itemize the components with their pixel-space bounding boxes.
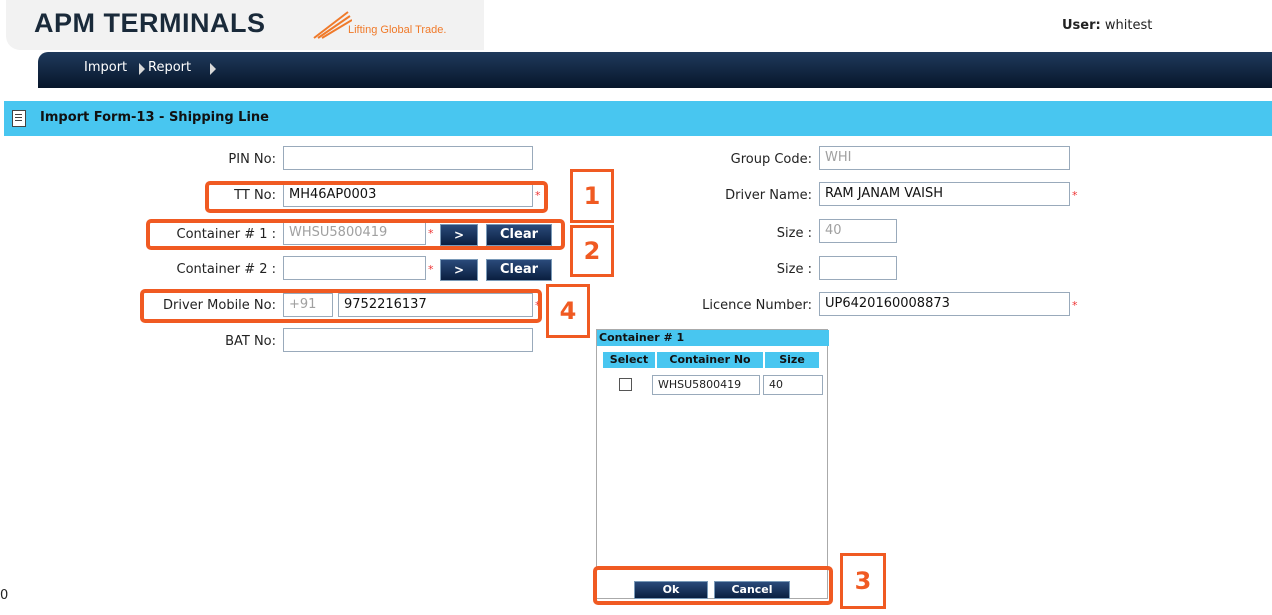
page-title: Import Form-13 - Shipping Line xyxy=(40,110,269,125)
container2-go-button[interactable]: > xyxy=(440,259,478,281)
user-label: User: xyxy=(1062,18,1101,33)
container2-label: Container # 2 : xyxy=(176,262,276,277)
pin-no-input[interactable] xyxy=(283,146,533,170)
annotation-badge-4: 4 xyxy=(546,284,590,338)
licence-number-input[interactable]: UP6420160008873 xyxy=(819,292,1070,316)
user-info: User: whitest xyxy=(1062,18,1152,33)
driver-name-label: Driver Name: xyxy=(725,188,812,203)
stray-text: 0 xyxy=(0,588,9,603)
size1-label: Size : xyxy=(776,226,812,241)
size2-label: Size : xyxy=(776,262,812,277)
row-container-no: WHSU5800419 xyxy=(652,375,760,395)
nav-arrow-icon xyxy=(210,63,216,75)
required-mark: * xyxy=(1072,189,1078,202)
size1-input[interactable]: 40 xyxy=(819,219,897,243)
container2-clear-button[interactable]: Clear xyxy=(486,259,552,281)
annotation-highlight-popup-buttons xyxy=(593,566,833,605)
driver-name-input[interactable]: RAM JANAM VAISH xyxy=(819,182,1070,206)
bat-no-label: BAT No: xyxy=(225,334,276,349)
group-code-input[interactable]: WHI xyxy=(819,146,1070,170)
page-title-bar: Import Form-13 - Shipping Line xyxy=(4,101,1272,136)
logo-swoosh-icon xyxy=(313,11,352,39)
apm-logo: APM TERMINALS xyxy=(34,8,266,38)
annotation-highlight-tt-no xyxy=(205,181,548,213)
annotation-badge-2: 2 xyxy=(570,225,614,277)
pin-no-label: PIN No: xyxy=(228,152,276,167)
nav-item-import[interactable]: Import xyxy=(84,60,127,75)
col-size: Size xyxy=(765,352,819,368)
logo-tagline: Lifting Global Trade. xyxy=(348,24,447,36)
container2-input[interactable] xyxy=(283,256,426,280)
nav-arrow-icon xyxy=(139,63,145,75)
col-select: Select xyxy=(603,352,655,368)
container-select-popup: Container # 1 Select Container No Size W… xyxy=(596,329,829,599)
size2-input[interactable] xyxy=(819,256,897,280)
licence-number-label: Licence Number: xyxy=(702,298,812,313)
group-code-label: Group Code: xyxy=(730,152,812,167)
required-mark: * xyxy=(428,263,434,276)
document-icon xyxy=(12,110,26,127)
user-name: whitest xyxy=(1104,18,1153,33)
nav-item-report[interactable]: Report xyxy=(148,60,191,75)
annotation-badge-3: 3 xyxy=(840,553,886,609)
annotation-highlight-container1 xyxy=(146,219,565,250)
required-mark: * xyxy=(1072,299,1078,312)
popup-title: Container # 1 xyxy=(597,330,829,346)
app-header: APM TERMINALS Lifting Global Trade. User… xyxy=(0,0,1272,52)
main-nav: Import Report xyxy=(38,52,1272,88)
row-select-checkbox[interactable] xyxy=(619,378,632,391)
annotation-highlight-driver-mobile xyxy=(140,289,542,323)
annotation-badge-1: 1 xyxy=(570,169,614,223)
col-container-no: Container No xyxy=(657,352,763,368)
bat-no-input[interactable] xyxy=(283,328,533,352)
row-size: 40 xyxy=(763,375,823,395)
